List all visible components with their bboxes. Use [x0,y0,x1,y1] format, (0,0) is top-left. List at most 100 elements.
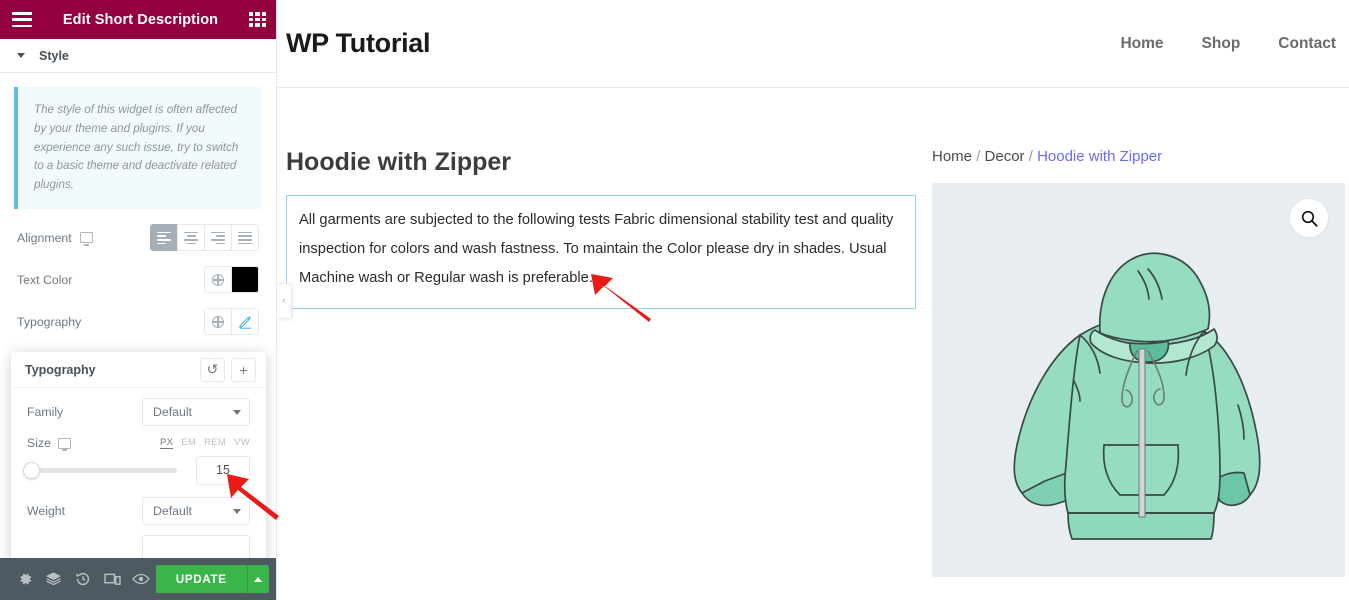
typography-edit-button[interactable] [232,308,259,336]
typography-family-label: Family [27,405,64,419]
alignment-button-group [150,224,259,252]
style-controls-list: Alignment Text Color Typography [0,209,276,343]
typography-size-slider-row: 15 [23,456,250,485]
style-section-accordion[interactable]: Style [0,39,276,73]
gear-glyph [19,573,31,585]
update-options-button[interactable] [246,565,270,593]
product-image[interactable] [932,183,1345,577]
eye-glyph [132,573,150,585]
control-typography: Typography [17,301,259,343]
color-swatch[interactable] [232,266,259,294]
nav-link-contact[interactable]: Contact [1278,35,1336,53]
product-title: Hoodie with Zipper [286,148,511,176]
typography-popover: Typography ↺ + Family Default Size PX EM… [11,352,266,568]
settings-gear-icon[interactable] [10,558,39,600]
history-clock-icon[interactable] [68,558,97,600]
monitor-icon[interactable] [79,232,93,246]
font-weight-select[interactable]: Default [142,497,250,525]
breadcrumb: Home / Decor / Hoodie with Zipper [932,148,1336,165]
reset-icon[interactable]: ↺ [200,357,225,382]
text-color-group [204,266,259,294]
notice-wrapper: The style of this widget is often affect… [0,73,276,209]
control-text-color-label: Text Color [17,272,73,287]
control-alignment-label-wrap: Alignment [17,230,93,246]
nav-link-home[interactable]: Home [1120,35,1163,53]
slider-handle[interactable] [23,462,40,479]
align-left-icon [157,231,171,245]
control-typography-label: Typography [17,314,82,329]
typography-popover-actions: ↺ + [200,357,256,382]
short-description-text: All garments are subjected to the follow… [299,212,894,286]
unit-rem[interactable]: REM [204,437,226,449]
short-description-widget[interactable]: All garments are subjected to the follow… [286,195,916,310]
elementor-editor-screen: Edit Short Description Style The style o… [0,0,1349,600]
editor-sidebar-panel: Edit Short Description Style The style o… [0,0,277,600]
font-family-value: Default [153,405,192,419]
product-gallery-column: Home / Decor / Hoodie with Zipper [916,148,1345,577]
history-glyph [76,572,90,586]
panel-collapse-handle[interactable]: ‹ [277,283,292,319]
typography-size-label: Size [27,436,51,450]
monitor-icon[interactable] [57,437,71,451]
global-fonts-button[interactable] [204,308,232,336]
unit-px[interactable]: PX [159,437,174,449]
site-logo[interactable]: WP Tutorial [286,28,431,59]
product-summary-column: Hoodie with Zipper All garments are subj… [286,148,916,577]
globe-icon [211,315,224,328]
typography-popover-title: Typography [25,362,96,377]
editor-bottom-toolbar: UPDATE [0,558,276,600]
unit-vw[interactable]: VW [234,437,250,449]
product-layout: Hoodie with Zipper All garments are subj… [277,88,1349,577]
style-section-label: Style [39,48,69,63]
plus-icon[interactable]: + [231,357,256,382]
chevron-down-icon [17,53,25,58]
typography-group [204,308,259,336]
hamburger-menu-icon[interactable] [12,12,32,27]
widgets-grid-icon[interactable] [249,12,266,27]
breadcrumb-item-decor[interactable]: Decor [985,148,1025,165]
typography-weight-label: Weight [27,504,66,518]
preview-eye-icon[interactable] [127,558,156,600]
style-notice-text: The style of this widget is often affect… [14,87,262,209]
update-button[interactable]: UPDATE [155,565,247,593]
breadcrumb-separator: / [976,148,981,165]
align-justify-button[interactable] [231,224,259,252]
control-alignment-label: Alignment [17,230,72,245]
align-justify-icon [238,231,252,245]
font-weight-value: Default [153,504,192,518]
control-alignment: Alignment [17,217,259,259]
align-left-button[interactable] [150,224,178,252]
font-size-slider[interactable] [23,462,177,479]
typography-popover-body: Family Default Size PX EM REM VW 15 Weig… [11,388,266,563]
breadcrumb-item-home[interactable]: Home [932,148,972,165]
unit-em[interactable]: EM [181,437,196,449]
pencil-icon [238,316,251,330]
chevron-down-icon [233,409,241,415]
align-right-button[interactable] [204,224,232,252]
navigator-layers-icon[interactable] [39,558,68,600]
typography-size-label-wrap: Size [27,436,71,451]
preview-iframe: ‹ WP Tutorial Home Shop Contact Hoodie w… [277,0,1349,600]
align-center-icon [184,231,198,245]
nav-link-shop[interactable]: Shop [1202,35,1241,53]
breadcrumb-separator: / [1028,148,1033,165]
responsive-mode-icon[interactable] [97,558,126,600]
responsive-glyph [103,573,121,585]
align-center-button[interactable] [177,224,205,252]
panel-title: Edit Short Description [62,11,219,28]
layers-glyph [46,572,62,586]
font-family-select[interactable]: Default [142,398,250,426]
typography-weight-row: Weight Default [27,497,250,525]
align-right-icon [211,231,225,245]
chevron-down-icon [233,508,241,514]
site-nav: Home Shop Contact [1120,35,1336,53]
font-size-input[interactable]: 15 [196,456,250,485]
global-colors-button[interactable] [204,266,232,294]
size-unit-switcher: PX EM REM VW [159,437,250,449]
typography-popover-header: Typography ↺ + [11,352,266,388]
globe-icon [211,273,224,286]
breadcrumb-current[interactable]: Hoodie with Zipper [1037,148,1162,165]
typography-size-row: Size PX EM REM VW [27,436,250,451]
site-header: WP Tutorial Home Shop Contact [277,0,1349,88]
panel-header: Edit Short Description [0,0,276,39]
